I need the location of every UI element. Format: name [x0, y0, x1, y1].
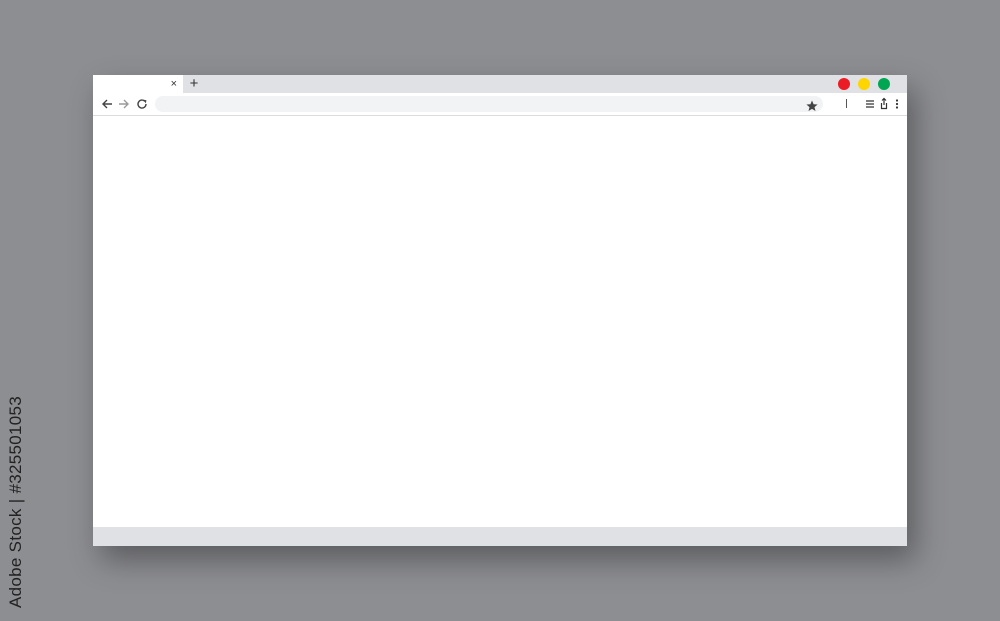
hamburger-menu-icon: [866, 100, 874, 108]
share-button[interactable]: [878, 96, 890, 112]
browser-toolbar: [93, 93, 907, 116]
more-options-button[interactable]: [891, 96, 903, 112]
bookmark-button[interactable]: [805, 99, 819, 113]
address-input[interactable]: [163, 96, 793, 112]
page-content-area[interactable]: [93, 116, 907, 527]
share-icon: [880, 97, 888, 110]
kebab-menu-icon: [895, 99, 899, 109]
maximize-window-button[interactable]: [878, 78, 890, 90]
back-button[interactable]: [99, 96, 115, 112]
close-window-button[interactable]: [838, 78, 850, 90]
toolbar-separator: [846, 99, 847, 108]
star-icon: [806, 100, 818, 111]
status-bar: [93, 527, 907, 546]
reload-button[interactable]: [134, 96, 150, 112]
reload-icon: [137, 99, 147, 109]
forward-button[interactable]: [116, 96, 132, 112]
active-tab[interactable]: ×: [93, 75, 183, 93]
tab-strip: × +: [93, 75, 907, 93]
address-bar[interactable]: [155, 96, 823, 112]
browser-window: × +: [93, 75, 907, 546]
arrow-right-icon: [119, 99, 129, 109]
arrow-left-icon: [102, 99, 112, 109]
minimize-window-button[interactable]: [858, 78, 870, 90]
menu-button[interactable]: [864, 96, 876, 112]
watermark-text: Adobe Stock | #325501053: [6, 395, 25, 608]
new-tab-button[interactable]: +: [187, 75, 201, 93]
tab-close-icon[interactable]: ×: [171, 76, 177, 92]
